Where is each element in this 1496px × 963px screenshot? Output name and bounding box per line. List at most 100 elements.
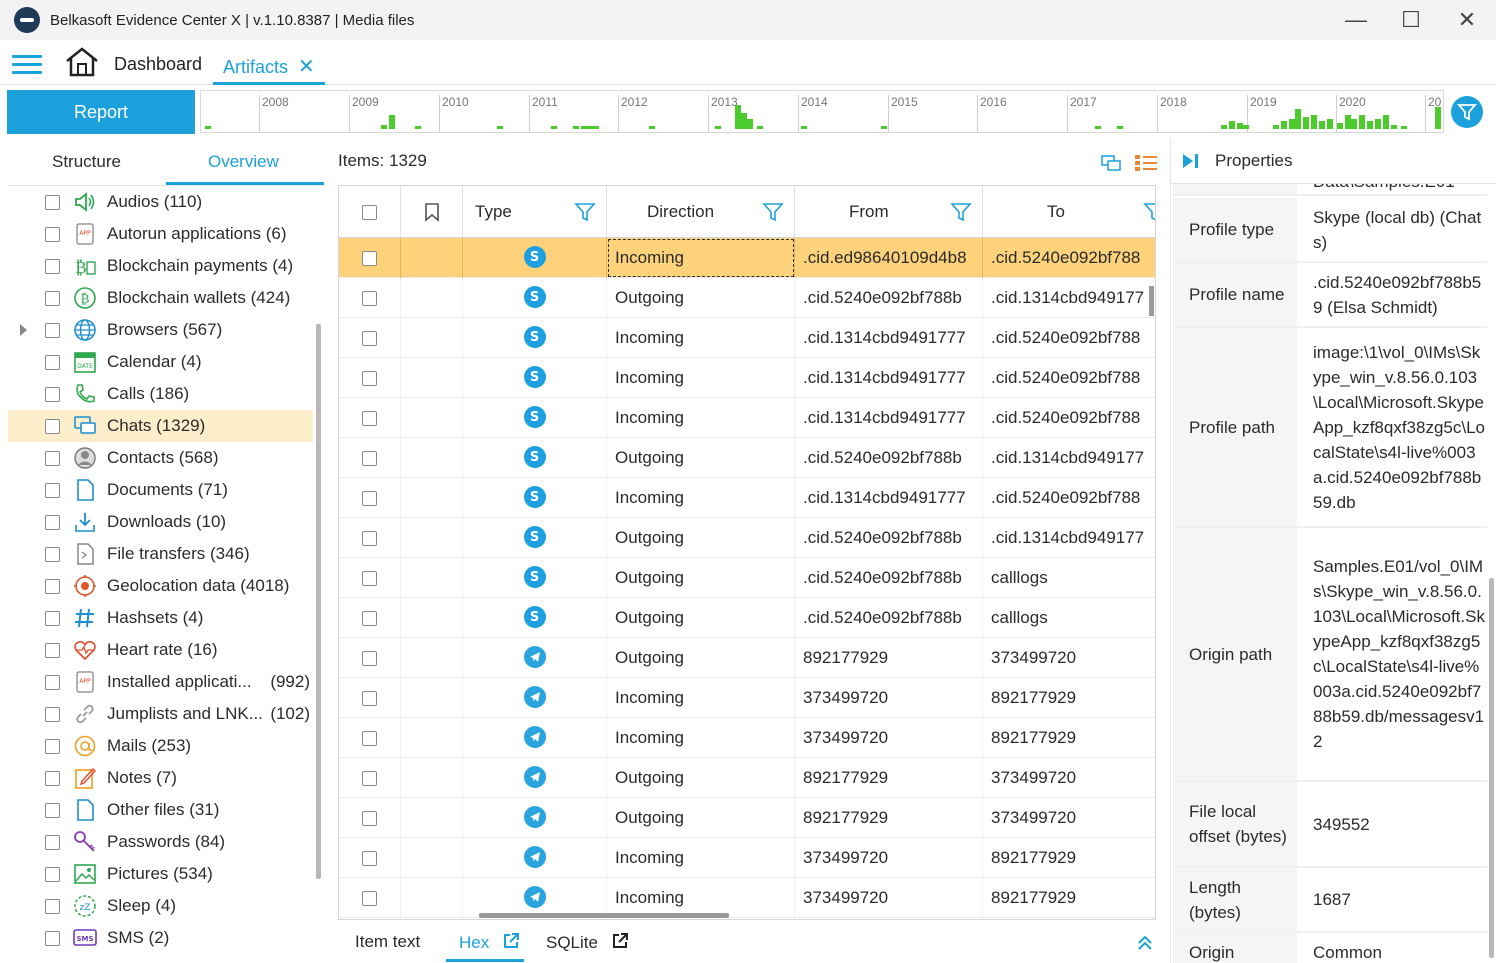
row-bookmark-cell[interactable] — [401, 878, 463, 918]
row-checkbox[interactable] — [362, 810, 377, 826]
row-select[interactable] — [339, 638, 401, 678]
tree-item[interactable]: Other files (31) — [8, 794, 324, 826]
row-bookmark-cell[interactable] — [401, 598, 463, 638]
close-window-button[interactable]: ✕ — [1439, 0, 1495, 40]
row-checkbox[interactable] — [362, 290, 377, 306]
maximize-button[interactable]: ☐ — [1383, 0, 1439, 40]
header-direction[interactable]: Direction — [607, 186, 795, 238]
table-row[interactable]: S Incoming .cid.1314cbd9491777 .cid.5240e09… — [339, 318, 1155, 358]
tree-item-checkbox[interactable] — [45, 931, 60, 946]
tree-item[interactable]: zZ Sleep (4) — [8, 890, 324, 922]
row-bookmark-cell[interactable] — [401, 718, 463, 758]
tree-item[interactable]: Downloads (10) — [8, 506, 324, 538]
row-select[interactable] — [339, 278, 401, 318]
tree-item-checkbox[interactable] — [45, 547, 60, 562]
to-filter-icon[interactable] — [1143, 201, 1156, 223]
timeline-bar[interactable] — [1359, 115, 1365, 129]
chat-view-icon[interactable] — [1101, 154, 1121, 172]
header-bookmark[interactable] — [401, 186, 463, 238]
timeline-bar[interactable] — [1095, 126, 1101, 129]
timeline-bar[interactable] — [415, 126, 421, 129]
timeline-bar[interactable] — [881, 126, 887, 129]
close-tab-icon[interactable]: ✕ — [298, 56, 315, 78]
header-to[interactable]: To — [983, 186, 1156, 238]
tree-item-checkbox[interactable] — [45, 483, 60, 498]
grid-vertical-scrollbar[interactable] — [1149, 286, 1154, 316]
table-row[interactable]: Outgoing 892177929 373499720 — [339, 798, 1155, 838]
tree-item-checkbox[interactable] — [45, 355, 60, 370]
timeline-bar[interactable] — [1391, 125, 1397, 129]
tree-item-checkbox[interactable] — [45, 451, 60, 466]
tree-item[interactable]: Hashsets (4) — [8, 602, 324, 634]
tree-item[interactable]: Browsers (567) — [8, 314, 324, 346]
row-checkbox[interactable] — [362, 850, 377, 866]
tab-overview[interactable]: Overview — [208, 152, 279, 172]
home-icon[interactable] — [64, 46, 100, 78]
row-select[interactable] — [339, 478, 401, 518]
direction-filter-icon[interactable] — [762, 201, 784, 223]
timeline-bar[interactable] — [649, 126, 655, 129]
row-bookmark-cell[interactable] — [401, 838, 463, 878]
row-checkbox[interactable] — [362, 730, 377, 746]
row-bookmark-cell[interactable] — [401, 678, 463, 718]
table-row[interactable]: S Outgoing .cid.5240e092bf788b calllogs — [339, 598, 1155, 638]
row-bookmark-cell[interactable] — [401, 518, 463, 558]
table-row[interactable]: Incoming 373499720 892177929 — [339, 838, 1155, 878]
timeline-bar[interactable] — [1337, 123, 1343, 129]
tree-item-checkbox[interactable] — [45, 739, 60, 754]
row-checkbox[interactable] — [362, 490, 377, 506]
tree-item[interactable]: Chats (1329) — [8, 410, 313, 442]
timeline-bar[interactable] — [1303, 117, 1309, 129]
tree-item[interactable]: Contacts (568) — [8, 442, 324, 474]
tree-item-checkbox[interactable] — [45, 643, 60, 658]
table-row[interactable]: S Outgoing .cid.5240e092bf788b .cid.1314cbd… — [339, 438, 1155, 478]
row-checkbox[interactable] — [362, 610, 377, 626]
tab-hex[interactable]: Hex — [459, 932, 520, 953]
tree-item[interactable]: File transfers (346) — [8, 538, 324, 570]
table-row[interactable]: S Outgoing .cid.5240e092bf788b .cid.1314cbd… — [339, 518, 1155, 558]
row-checkbox[interactable] — [362, 530, 377, 546]
timeline-bar[interactable] — [497, 126, 503, 129]
tab-sqlite[interactable]: SQLite — [546, 932, 629, 953]
table-row[interactable]: S Incoming .cid.ed98640109d4b8 .cid.5240e09… — [339, 238, 1155, 278]
timeline-bar[interactable] — [1383, 115, 1389, 129]
tree-item-checkbox[interactable] — [45, 675, 60, 690]
external-link-icon[interactable] — [502, 932, 520, 950]
collapse-panel-icon[interactable] — [1181, 152, 1199, 170]
row-bookmark-cell[interactable] — [401, 358, 463, 398]
tree-item[interactable]: Passwords (84) — [8, 826, 324, 858]
tree-item[interactable]: APP Installed applicati... (992) — [8, 666, 324, 698]
tree-item[interactable]: Geolocation data (4018) — [8, 570, 324, 602]
row-bookmark-cell[interactable] — [401, 558, 463, 598]
tree-item[interactable]: Pictures (534) — [8, 858, 324, 890]
tree-item-checkbox[interactable] — [45, 707, 60, 722]
row-checkbox[interactable] — [362, 570, 377, 586]
row-bookmark-cell[interactable] — [401, 758, 463, 798]
row-select[interactable] — [339, 398, 401, 438]
row-bookmark-cell[interactable] — [401, 438, 463, 478]
timeline-bar[interactable] — [1401, 126, 1407, 129]
timeline-bar[interactable] — [715, 126, 721, 129]
list-view-icon[interactable] — [1134, 154, 1158, 172]
row-select[interactable] — [339, 318, 401, 358]
row-checkbox[interactable] — [362, 890, 377, 906]
tree-item[interactable]: Jumplists and LNK... (102) — [8, 698, 324, 730]
tree-item-checkbox[interactable] — [45, 323, 60, 338]
tree-scrollbar[interactable] — [316, 324, 321, 879]
timeline-bar[interactable] — [389, 115, 395, 129]
row-checkbox[interactable] — [362, 770, 377, 786]
tree-item[interactable]: APP Autorun applications (6) — [8, 218, 324, 250]
timeline-bar[interactable] — [757, 126, 763, 129]
tree-item-checkbox[interactable] — [45, 867, 60, 882]
timeline-bar[interactable] — [1327, 119, 1333, 129]
timeline-bar[interactable] — [205, 126, 211, 129]
table-row[interactable]: S Outgoing .cid.5240e092bf788b calllogs — [339, 558, 1155, 598]
tree-item-checkbox[interactable] — [45, 579, 60, 594]
timeline-bar[interactable] — [1117, 126, 1123, 129]
timeline-bar[interactable] — [1375, 119, 1381, 129]
report-button[interactable]: Report — [7, 90, 195, 134]
row-checkbox[interactable] — [362, 650, 377, 666]
header-from[interactable]: From — [795, 186, 983, 238]
timeline-bar[interactable] — [747, 119, 753, 129]
tree-item[interactable]: ₿ Blockchain payments (4) — [8, 250, 324, 282]
